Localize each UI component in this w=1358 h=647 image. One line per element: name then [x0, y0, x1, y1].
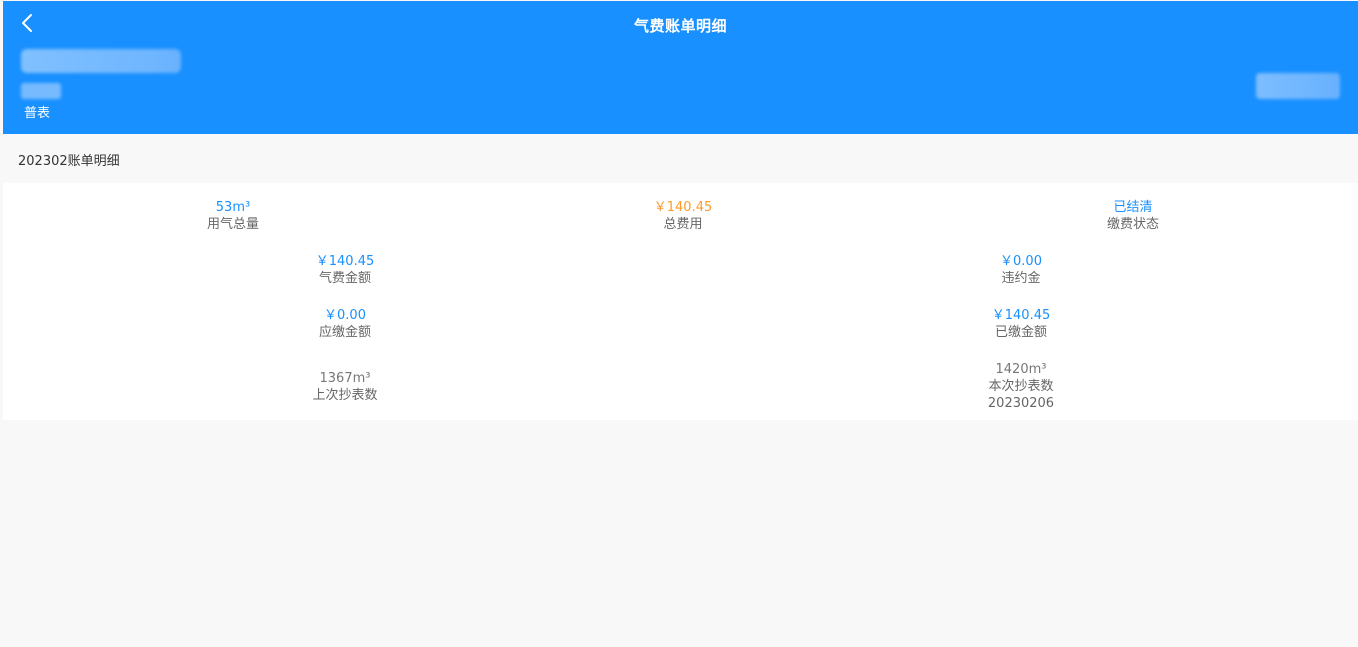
last-reading-cell: 1367m³ 上次抄表数 — [225, 370, 465, 404]
meter-type-label: 普表 — [24, 106, 51, 121]
payment-status-cell: 已结清 缴费状态 — [1013, 199, 1253, 233]
page-title: 气费账单明细 — [633, 17, 727, 35]
total-fee-value: ￥140.45 — [653, 200, 713, 215]
gas-fee-amount-value: ￥140.45 — [315, 254, 375, 269]
last-reading-value: 1367m³ — [319, 371, 371, 386]
penalty-value: ￥0.00 — [1000, 254, 1042, 269]
blurred-account-name — [21, 49, 181, 73]
total-fee-label: 总费用 — [663, 217, 703, 232]
payment-status-label: 缴费状态 — [1106, 217, 1159, 232]
penalty-cell: ￥0.00 违约金 — [901, 253, 1141, 287]
penalty-label: 违约金 — [1001, 271, 1041, 286]
amount-due-cell: ￥0.00 应缴金额 — [225, 307, 465, 341]
amount-due-label: 应缴金额 — [318, 325, 371, 340]
total-gas-label: 用气总量 — [206, 217, 259, 232]
total-fee-cell: ￥140.45 总费用 — [563, 199, 803, 233]
total-gas-cell: 53m³ 用气总量 — [113, 199, 353, 233]
blurred-meter-info — [1256, 73, 1340, 99]
bill-detail-page: 气费账单明细 普表 202302账单明细 53m³ 用气总量 ￥140.45 总… — [0, 0, 1358, 647]
amount-paid-label: 已缴金额 — [994, 325, 1047, 340]
gas-fee-amount-cell: ￥140.45 气费金额 — [225, 253, 465, 287]
current-reading-value: 1420m³ — [995, 362, 1047, 377]
payment-status-value: 已结清 — [1113, 200, 1153, 215]
last-reading-label: 上次抄表数 — [312, 388, 378, 403]
bill-detail-panel: 53m³ 用气总量 ￥140.45 总费用 已结清 缴费状态 ￥140.45 气… — [3, 183, 1358, 420]
header-bar: 气费账单明细 普表 — [3, 1, 1358, 134]
total-gas-value: 53m³ — [215, 200, 251, 215]
amount-due-value: ￥0.00 — [324, 308, 366, 323]
current-reading-date: 20230206 — [987, 396, 1055, 411]
amount-paid-value: ￥140.45 — [991, 308, 1051, 323]
gas-fee-amount-label: 气费金额 — [318, 271, 371, 286]
bill-section-title: 202302账单明细 — [18, 154, 120, 169]
current-reading-label: 本次抄表数 — [988, 379, 1054, 394]
amount-paid-cell: ￥140.45 已缴金额 — [901, 307, 1141, 341]
blurred-account-detail — [21, 83, 61, 99]
current-reading-cell: 1420m³ 本次抄表数 20230206 — [901, 361, 1141, 412]
